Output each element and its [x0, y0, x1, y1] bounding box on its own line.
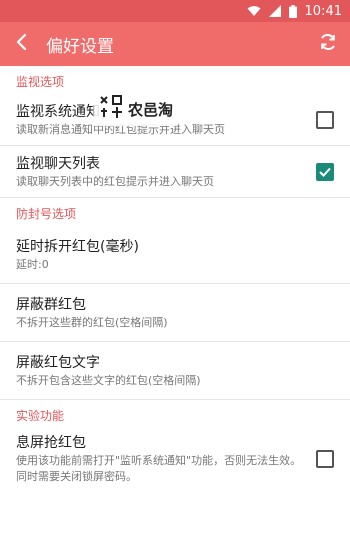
pref-summary: 读取聊天列表中的红包提示并进入聊天页 [16, 174, 214, 188]
pref-summary: 不拆开包含这些文字的红包(空格间隔) [16, 373, 201, 387]
pref-title: 监视聊天列表 [16, 155, 100, 172]
watermark-text: 农邑淘 [128, 100, 174, 119]
monitor-chat-list-checkbox[interactable] [316, 162, 334, 181]
pref-title: 延时拆开红包(毫秒) [16, 238, 139, 255]
screen-off-grab-checkbox[interactable] [316, 450, 334, 468]
watermark-logo-icon [98, 94, 124, 124]
battery-icon [288, 4, 297, 18]
cellular-signal-icon [268, 5, 281, 17]
section-header-experimental: 实验功能 [16, 409, 65, 423]
status-time: 10:41 [304, 3, 342, 19]
refresh-icon [318, 32, 338, 56]
back-button[interactable] [0, 22, 44, 66]
preferences-list: 监视选项 监视系统通知 读取新消息通知中的红包提示并进入聊天页 监视聊天列表 读… [0, 66, 350, 550]
app-bar: 偏好设置 [0, 22, 350, 66]
refresh-button[interactable] [306, 22, 350, 66]
pref-screen-off-grab[interactable]: 息屏抢红包 使用该功能前需打开"监听系统通知"功能，否则无法生效。同时需要关闭锁… [0, 428, 350, 490]
checkmark-icon [319, 162, 331, 181]
watermark: 农邑淘 [94, 92, 178, 126]
pref-block-groups[interactable]: 屏蔽群红包 不拆开这些群的红包(空格间隔) [0, 284, 350, 342]
pref-title: 屏蔽群红包 [16, 296, 86, 313]
pref-summary: 延时:0 [16, 257, 49, 271]
status-bar: 10:41 [0, 0, 350, 22]
section-header-monitor: 监视选项 [16, 75, 65, 89]
section-header-anti-ban: 防封号选项 [16, 207, 77, 221]
pref-delay-open[interactable]: 延时拆开红包(毫秒) 延时:0 [0, 226, 350, 284]
pref-title: 息屏抢红包 [16, 435, 86, 451]
pref-summary: 使用该功能前需打开"监听系统通知"功能，否则无法生效。同时需要关闭锁屏密码。 [16, 454, 302, 483]
pref-summary: 不拆开这些群的红包(空格间隔) [16, 315, 168, 329]
pref-block-keywords[interactable]: 屏蔽红包文字 不拆开包含这些文字的红包(空格间隔) [0, 342, 350, 400]
pref-monitor-chat-list[interactable]: 监视聊天列表 读取聊天列表中的红包提示并进入聊天页 [0, 146, 350, 198]
page-title: 偏好设置 [46, 36, 114, 57]
wifi-icon [247, 5, 261, 17]
pref-title: 屏蔽红包文字 [16, 354, 100, 371]
monitor-notifications-checkbox[interactable] [316, 110, 334, 129]
chevron-left-icon [15, 33, 29, 55]
